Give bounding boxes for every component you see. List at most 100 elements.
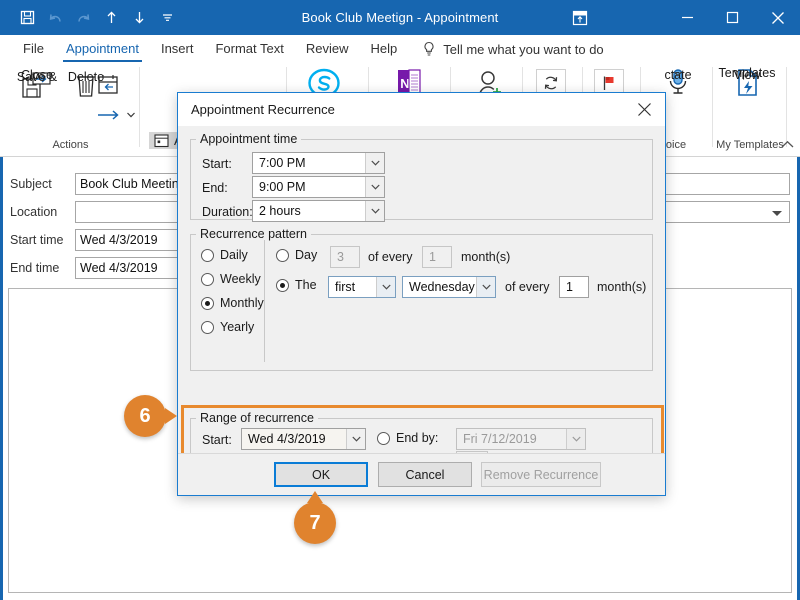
end-by-label: End by:: [396, 431, 438, 445]
monthly-the-label: The: [295, 278, 317, 292]
dialog-close-icon[interactable]: [623, 93, 665, 126]
appointment-time-legend: Appointment time: [196, 132, 301, 146]
frequency-weekly-label: Weekly: [220, 272, 261, 286]
monthly-weekday-combo[interactable]: Wednesday: [402, 276, 496, 298]
callout-step-6-label: 6: [139, 405, 150, 428]
frequency-radio-yearly[interactable]: Yearly: [201, 320, 254, 334]
close-icon[interactable]: [755, 0, 800, 35]
window-controls: [665, 0, 800, 35]
monthly-day-number-input[interactable]: 3: [330, 246, 360, 268]
monthly-ordinal-combo[interactable]: first: [328, 276, 396, 298]
tab-appointment[interactable]: Appointment: [55, 35, 150, 63]
forward-dropdown[interactable]: [96, 109, 135, 121]
radio-dot: [276, 249, 289, 262]
chevron-down-icon[interactable]: [365, 201, 384, 221]
maximize-icon[interactable]: [710, 0, 755, 35]
start-time-label: Start time: [10, 233, 64, 247]
frequency-yearly-label: Yearly: [220, 320, 254, 334]
chevron-down-icon[interactable]: [365, 177, 384, 197]
monthly-the-radio[interactable]: The: [276, 278, 317, 292]
chevron-down-icon: [127, 112, 135, 118]
save-and-close-button[interactable]: Save & Close: [8, 69, 66, 101]
radio-dot: [201, 321, 214, 334]
lightbulb-icon: [422, 41, 436, 57]
monthly-day-radio[interactable]: Day: [276, 248, 317, 262]
appointment-icon: [154, 133, 169, 148]
ribbon-tabs: File Appointment Insert Format Text Revi…: [0, 35, 800, 63]
end-time-label: End:: [202, 181, 228, 195]
save-and-close-label-line2: Close: [21, 69, 53, 82]
frequency-radio-daily[interactable]: Daily: [201, 248, 248, 262]
group-label-my-templates: My Templates: [712, 139, 788, 151]
flag-icon: [600, 74, 618, 92]
range-start-combo[interactable]: Wed 4/3/2019: [241, 428, 366, 450]
monthly-ordinal-value: first: [329, 280, 376, 294]
forward-calendar-icon: [95, 69, 121, 101]
dialog-title: Appointment Recurrence: [178, 93, 665, 126]
duration-label: Duration:: [202, 205, 253, 219]
tell-me-search[interactable]: Tell me what you want to do: [408, 41, 603, 57]
frequency-monthly-label: Monthly: [220, 296, 264, 310]
dictate-dropdown-icon[interactable]: [674, 67, 682, 80]
chevron-down-icon[interactable]: [376, 277, 395, 297]
radio-dot: [377, 432, 390, 445]
subject-label: Subject: [10, 177, 52, 191]
collapse-ribbon-icon[interactable]: [781, 138, 794, 152]
callout-pointer: [165, 408, 177, 424]
recurrence-pattern-legend: Recurrence pattern: [196, 227, 311, 241]
monthly-the-interval-input[interactable]: 1: [559, 276, 589, 298]
monthly-day-of-every-label: of every: [368, 250, 412, 264]
range-start-label: Start:: [202, 433, 232, 447]
frequency-radio-monthly[interactable]: Monthly: [201, 296, 264, 310]
monthly-the-months-label: month(s): [597, 280, 646, 294]
group-separator: [139, 67, 140, 147]
end-by-date-combo[interactable]: Fri 7/12/2019: [456, 428, 586, 450]
minimize-icon[interactable]: [665, 0, 710, 35]
callout-pointer: [307, 491, 323, 503]
range-start-value: Wed 4/3/2019: [242, 432, 346, 446]
ok-button[interactable]: OK: [274, 462, 368, 487]
cancel-button[interactable]: Cancel: [378, 462, 472, 487]
start-time-label: Start:: [202, 157, 232, 171]
window-left-border: [0, 157, 3, 600]
end-by-date-value: Fri 7/12/2019: [457, 432, 566, 446]
view-templates-button[interactable]: View Templates: [713, 67, 781, 99]
arrow-right-icon: [96, 109, 122, 121]
monthly-day-months-label: month(s): [461, 250, 510, 264]
chevron-down-icon[interactable]: [566, 429, 585, 449]
duration-value: 2 hours: [253, 204, 365, 218]
tab-help[interactable]: Help: [359, 35, 408, 63]
chevron-down-icon[interactable]: [346, 429, 365, 449]
chevron-down-icon[interactable]: [365, 153, 384, 173]
frequency-radio-weekly[interactable]: Weekly: [201, 272, 261, 286]
svg-text:N: N: [400, 76, 409, 91]
tab-file[interactable]: File: [12, 35, 55, 63]
chevron-down-icon[interactable]: [476, 277, 495, 297]
end-time-combo[interactable]: 9:00 PM: [252, 176, 385, 198]
duration-combo[interactable]: 2 hours: [252, 200, 385, 222]
start-time-combo[interactable]: 7:00 PM: [252, 152, 385, 174]
tab-insert[interactable]: Insert: [150, 35, 205, 63]
callout-step-7-label: 7: [309, 512, 320, 535]
radio-dot: [276, 279, 289, 292]
ribbon-display-options-icon[interactable]: [560, 0, 600, 35]
start-time-value: 7:00 PM: [253, 156, 365, 170]
group-separator: [786, 67, 787, 147]
recurrence-icon: [542, 74, 560, 92]
tell-me-label: Tell me what you want to do: [443, 42, 603, 57]
tab-format-text[interactable]: Format Text: [204, 35, 294, 63]
radio-dot: [201, 297, 214, 310]
outlook-appointment-window: Book Club Meetign - Appointment File App…: [0, 0, 800, 600]
forward-button[interactable]: [88, 69, 128, 101]
remove-recurrence-button: Remove Recurrence: [481, 462, 601, 487]
monthly-the-of-every-label: of every: [505, 280, 549, 294]
radio-dot: [201, 249, 214, 262]
monthly-day-interval-input[interactable]: 1: [422, 246, 452, 268]
end-by-radio[interactable]: End by:: [377, 431, 438, 445]
tab-review[interactable]: Review: [295, 35, 360, 63]
callout-step-7: 7: [294, 502, 336, 544]
appointment-recurrence-dialog: Appointment Recurrence Appointment time …: [177, 92, 666, 496]
group-label-actions: Actions: [8, 139, 133, 151]
monthly-weekday-value: Wednesday: [403, 280, 476, 294]
end-time-label: End time: [10, 261, 59, 275]
